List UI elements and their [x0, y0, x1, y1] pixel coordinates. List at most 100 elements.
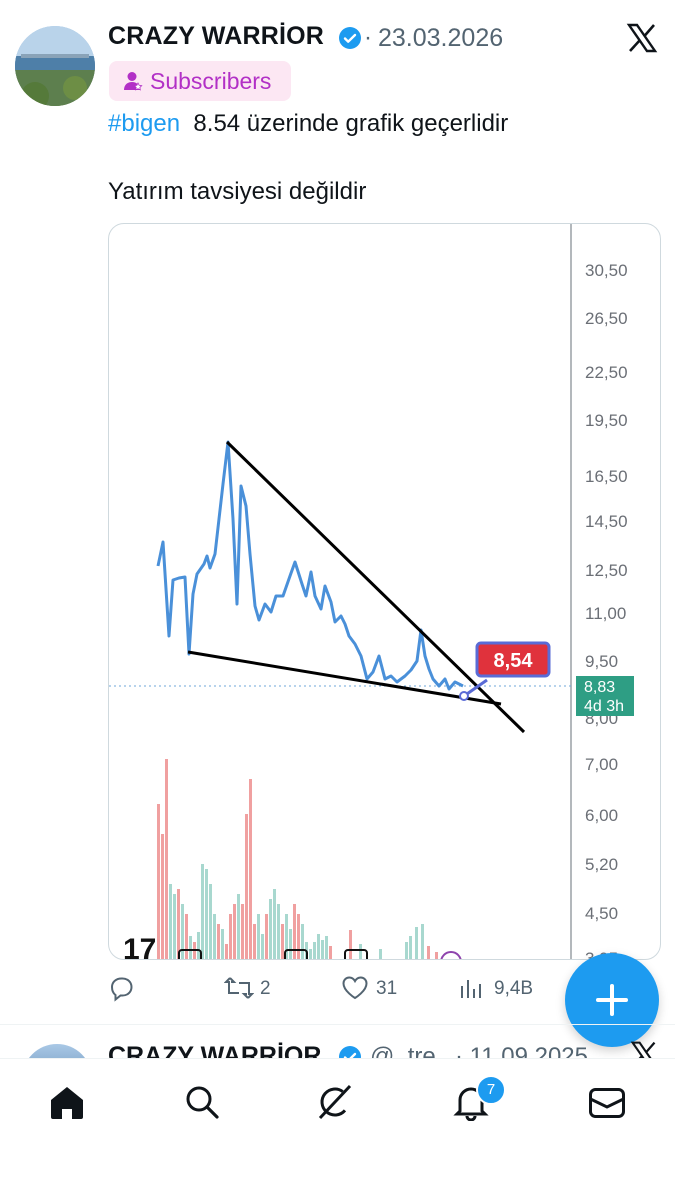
volume-bar: [325, 936, 328, 959]
volume-bar: [415, 927, 418, 959]
volume-bar: [173, 894, 176, 959]
tweet-date[interactable]: 23.03.2026: [378, 24, 503, 53]
volume-bar: [201, 864, 204, 959]
volume-bar: [237, 894, 240, 959]
price-axis-label: 19,50: [585, 411, 628, 430]
tweet-text-line1: #bigen 8.54 üzerinde grafik geçerlidir: [108, 110, 508, 138]
volume-bar: [273, 889, 276, 959]
subscribers-label: Subscribers: [150, 67, 272, 94]
price-marker-label: 8,54: [494, 650, 534, 672]
volume-bar: [289, 929, 292, 959]
search-icon[interactable]: [184, 1084, 220, 1120]
volume-bar: [249, 779, 252, 959]
price-axis-label: 5,20: [585, 855, 618, 874]
tweet-text: 8.54 üzerinde grafik geçerlidir: [193, 110, 509, 137]
x-logo-icon[interactable]: [626, 22, 658, 54]
like-count: 31: [376, 978, 398, 999]
volume-bar: [297, 914, 300, 959]
price-line: [156, 440, 464, 691]
tradingview-logo: 17: [123, 933, 156, 959]
avatar[interactable]: [15, 26, 95, 106]
upper-trendline: [225, 440, 526, 734]
verified-badge-icon: [339, 27, 361, 49]
price-axis-label: 6,00: [585, 806, 618, 825]
volume-bar: [165, 759, 168, 959]
volume-bar: [253, 924, 256, 959]
volume-bar: [309, 949, 312, 959]
volume-bar: [321, 940, 324, 959]
volume-bar: [225, 944, 228, 959]
volume-bar: [329, 946, 332, 959]
volume-bar: [185, 914, 188, 959]
author-name[interactable]: CRAZY WARRİOR: [108, 22, 324, 51]
volume-bar: [421, 924, 424, 959]
home-icon[interactable]: [48, 1084, 86, 1120]
volume-bar: [257, 914, 260, 959]
compose-button[interactable]: [565, 953, 659, 1047]
volume-bar: [313, 942, 316, 959]
volume-bar: [427, 946, 430, 959]
plus-icon: [596, 984, 628, 1016]
hashtag-link[interactable]: #bigen: [108, 110, 180, 137]
retweet-count: 2: [260, 978, 271, 999]
countdown-label: 4d 3h: [584, 698, 624, 715]
volume-bar: [379, 949, 382, 959]
volume-bar: [157, 804, 160, 959]
volume-bar: [435, 952, 438, 959]
reply-icon[interactable]: [108, 974, 136, 1002]
volume-bar: [221, 929, 224, 959]
lower-trendline: [187, 650, 502, 706]
views-icon[interactable]: [458, 976, 484, 1000]
current-price-label: 8,83: [584, 679, 615, 696]
price-axis-label: 4,50: [585, 904, 618, 923]
volume-bar: [281, 924, 284, 959]
volume-bar: [409, 936, 412, 959]
volume-bar: [233, 904, 236, 959]
volume-bar: [349, 930, 352, 959]
volume-bar: [269, 899, 272, 959]
like-icon[interactable]: [341, 975, 369, 1001]
volume-bar: [209, 884, 212, 959]
volume-bar: [317, 934, 320, 959]
volume-bar: [161, 834, 164, 959]
tweet-actions: 2 31 9,4B: [108, 972, 548, 1004]
volume-bar: [205, 869, 208, 959]
messages-icon[interactable]: [588, 1087, 626, 1119]
price-axis-label: 7,00: [585, 755, 618, 774]
tweet-media-chart[interactable]: 30,50 26,50 22,50 19,50 16,50 14,50 12,50 11,00…: [108, 223, 661, 960]
volume-bar: [405, 942, 408, 959]
tweet-divider: [0, 1024, 675, 1025]
price-axis-label: 26,50: [585, 309, 628, 328]
volume-bar: [189, 936, 192, 959]
price-axis-label: 11,00: [585, 604, 626, 623]
volume-bar: [277, 904, 280, 959]
views-count: 9,4B: [494, 978, 534, 999]
price-axis-label: 9,50: [585, 652, 618, 671]
volume-bar: [265, 914, 268, 959]
subscribers-badge[interactable]: Subscribers: [109, 61, 291, 101]
volume-bar: [217, 924, 220, 959]
volume-bar: [359, 944, 362, 959]
volume-bar: [229, 914, 232, 959]
volume-bar: [177, 889, 180, 959]
volume-bar: [261, 934, 264, 959]
price-axis-label: 22,50: [585, 363, 628, 382]
volume-bar: [301, 924, 304, 959]
volume-bar: [197, 932, 200, 959]
price-axis-label: 16,50: [585, 467, 628, 486]
volume-bar: [169, 884, 172, 959]
separator: ·: [364, 24, 372, 51]
price-axis-label: 12,50: [585, 561, 628, 580]
price-axis-label: 30,50: [585, 261, 628, 280]
retweet-icon[interactable]: [224, 975, 254, 1001]
volume-bar: [245, 814, 248, 959]
stock-chart: 30,50 26,50 22,50 19,50 16,50 14,50 12,50 11,00…: [109, 224, 634, 959]
grok-icon[interactable]: [316, 1083, 354, 1121]
tweet-text-line2: Yatırım tavsiyesi değildir: [108, 178, 367, 205]
subscriber-person-icon: [124, 72, 143, 91]
price-axis-label: 14,50: [585, 512, 628, 531]
bottom-navigation: 7: [0, 1058, 675, 1201]
notification-count-badge: 7: [476, 1075, 506, 1105]
volume-bar: [213, 914, 216, 959]
volume-bar: [241, 904, 244, 959]
